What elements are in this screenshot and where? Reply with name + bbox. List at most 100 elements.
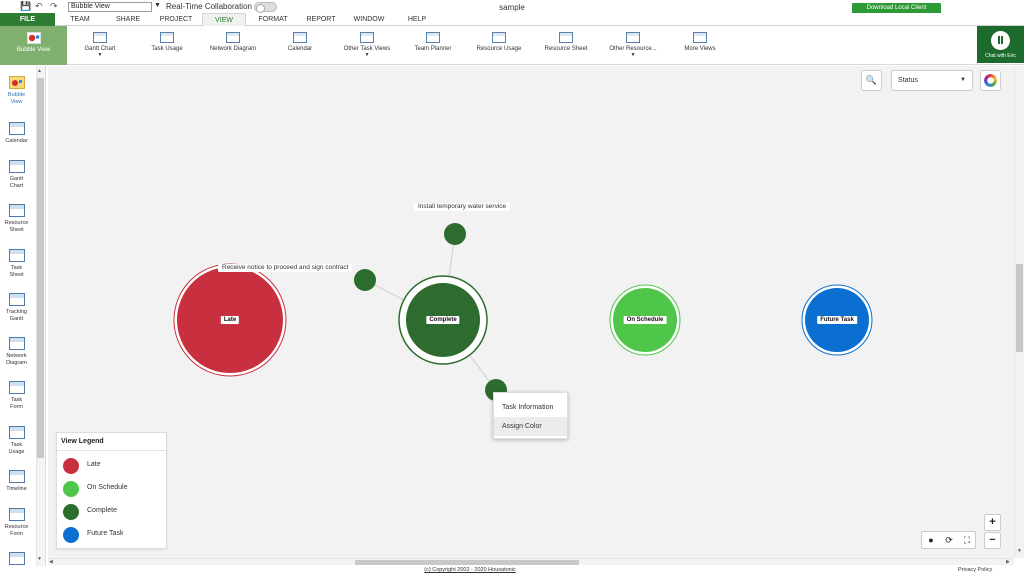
sidebar-item-gantt-chart[interactable]: Gantt Chart [0,160,33,189]
sidebar-item-label: Resource [4,524,29,530]
scroll-left-icon[interactable]: ◀ [49,559,53,565]
task-usage-icon [8,426,25,439]
task-node-water[interactable] [444,223,466,245]
sidebar-item-resource-form[interactable]: Resource Form [0,508,33,537]
fullscreen-icon[interactable]: ⛶ [958,532,976,548]
ribbon-gantt-chart-button[interactable]: Gantt Chart ▼ [79,26,121,65]
sidebar-item-task-sheet[interactable]: Task Sheet [0,249,33,278]
gantt-chart-icon [8,160,25,173]
context-task-information[interactable]: Task Information [494,398,567,417]
vertical-scroll-thumb[interactable] [1016,264,1023,352]
gantt-chart-icon [93,32,107,43]
sidebar-item-network-diagram[interactable]: Network Diagram [0,337,33,366]
scroll-down-icon[interactable]: ▼ [1017,548,1022,554]
status-select-value: Status [898,77,918,84]
ribbon-more-views-button[interactable]: More Views [681,26,719,65]
menu-file[interactable]: FILE [0,13,55,26]
scroll-down-icon[interactable]: ▼ [37,556,42,562]
app-window: 💾 ↶ ↷ Bubble View ▼ Real-Time Collaborat… [0,0,1024,576]
network-diagram-icon [8,337,25,350]
task-form-icon [8,381,25,394]
sidebar-item-label: Sheet [9,271,24,278]
sidebar-item-task-form[interactable]: Task Form [0,381,33,410]
task-usage-icon [160,32,174,43]
ribbon-task-usage-button[interactable]: Task Usage [146,26,188,65]
bubble-diagram [173,223,873,401]
sidebar-item-label: Timeline [6,486,27,492]
pause-icon [991,31,1010,50]
menu-view[interactable]: VIEW [202,13,246,26]
zoom-out-button[interactable]: − [984,532,1001,549]
canvas-tools: ● ⟳ ⛶ [921,531,976,549]
menu-bar: FILE TEAM SHARE PROJECT VIEW FORMAT REPO… [0,13,1024,26]
vertical-scrollbar[interactable]: ▼ [1014,66,1024,558]
menu-project[interactable]: PROJECT [155,13,197,26]
sidebar-item-calendar[interactable]: Calendar [0,122,33,145]
team-planner-icon [426,32,440,43]
scroll-right-icon[interactable]: ▶ [1006,559,1010,565]
sidebar-item-bubble-view[interactable]: Bubble View [0,76,33,105]
status-select[interactable]: Status ▼ [891,70,973,91]
horizontal-scrollbar[interactable]: ◀ ▶ [48,558,1014,565]
bubble-view-icon [8,76,25,89]
context-assign-color[interactable]: Assign Color [494,417,567,436]
ribbon-other-task-views-button[interactable]: Other Task Views ▼ [340,26,394,65]
menu-report[interactable]: REPORT [301,13,341,26]
color-wheel-button[interactable] [980,70,1001,91]
ribbon-label: Resource Sheet [544,46,588,52]
ribbon-bubble-view-button[interactable]: Bubble View [0,26,67,65]
context-menu: Task Information Assign Color [493,392,568,439]
footer: (c) Copyright 2002 - 2020 Housatonic Pri… [0,566,1024,576]
sidebar-item-timeline[interactable]: Timeline [0,470,33,493]
menu-share[interactable]: SHARE [108,13,148,26]
chat-label: Chat with Eric [985,53,1016,59]
ribbon-label: Task Usage [151,46,183,52]
privacy-policy-link[interactable]: Privacy Policy [958,567,992,573]
menu-format[interactable]: FORMAT [252,13,294,26]
sidebar-item-label: Form [10,530,23,537]
menu-help[interactable]: HELP [398,13,436,26]
ribbon-label: Team Planner [414,46,452,52]
copyright-link[interactable]: (c) Copyright 2002 - 2020 Housatonic [0,567,940,573]
view-legend: View Legend Late On Schedule Complete Fu… [56,432,167,549]
dot-tool-icon[interactable]: ● [922,532,940,548]
scroll-up-icon[interactable]: ▲ [37,68,42,74]
bubble-label-future-task: Future Task [817,316,857,324]
sidebar-item-label: Chart [9,182,24,189]
zoom-in-button[interactable]: + [984,514,1001,531]
ribbon-team-planner-button[interactable]: Team Planner [411,26,455,65]
chat-with-eric-button[interactable]: Chat with Eric [977,26,1024,63]
ribbon-network-diagram-button[interactable]: Network Diagram [205,26,261,65]
ribbon-calendar-button[interactable]: Calendar [282,26,318,65]
menu-window[interactable]: WINDOW [348,13,390,26]
resource-sheet-icon [559,32,573,43]
plus-icon: + [989,516,996,528]
sidebar-item-label: Calendar [5,138,28,144]
horizontal-scroll-thumb[interactable] [355,560,579,565]
sidebar-item-resource-graph[interactable] [0,552,33,566]
sidebar-item-tracking-gantt[interactable]: Tracking Gantt [0,293,33,322]
network-diagram-icon [226,32,240,43]
ribbon-label: Network Diagram [209,46,257,52]
ribbon-other-resource-button[interactable]: Other Resource... ▼ [606,26,660,65]
sidebar-item-label: Task [10,265,23,271]
legend-label: Future Task [87,530,124,537]
search-button[interactable]: 🔍 [861,70,882,91]
refresh-icon[interactable]: ⟳ [940,532,958,548]
ribbon-label: Bubble View [16,47,51,53]
chevron-down-icon: ▼ [960,77,966,83]
sidebar-item-task-usage[interactable]: Task Usage [0,426,33,455]
more-views-icon [693,32,707,43]
ribbon-resource-usage-button[interactable]: Resource Usage [474,26,524,65]
sidebar-item-resource-sheet[interactable]: Resource Sheet [0,204,33,233]
sidebar-scroll-thumb[interactable] [37,78,44,458]
bubble-canvas[interactable]: Install temporary water service Receive … [48,66,1014,558]
menu-team[interactable]: TEAM [60,13,100,26]
task-label-notice: Receive notice to proceed and sign contr… [218,264,353,272]
bubble-view-icon [26,32,41,44]
chevron-down-icon: ▼ [364,52,370,58]
ribbon-resource-sheet-button[interactable]: Resource Sheet [542,26,590,65]
bubble-label-complete: Complete [426,316,460,324]
view-sidebar: Bubble View Calendar Gantt Chart Resourc… [0,66,46,566]
task-node-notice[interactable] [354,269,376,291]
